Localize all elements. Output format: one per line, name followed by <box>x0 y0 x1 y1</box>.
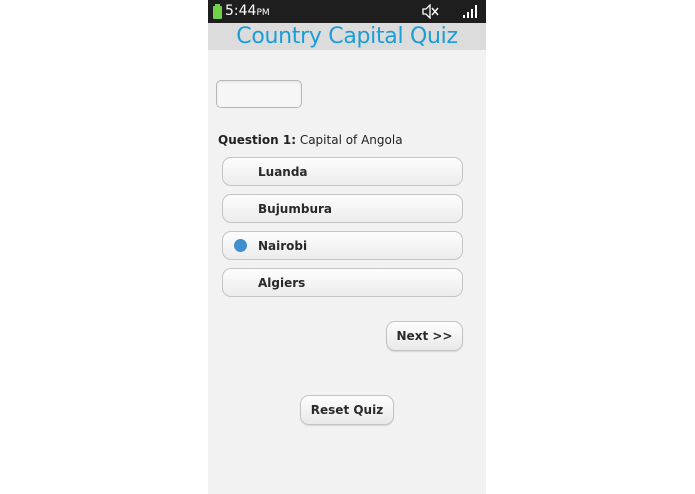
signal-icon <box>463 5 477 18</box>
answer-text-field[interactable] <box>216 80 302 108</box>
radio-selected-icon <box>234 239 247 252</box>
reset-quiz-button[interactable]: Reset Quiz <box>300 395 394 425</box>
mute-icon <box>422 4 439 19</box>
option-luanda[interactable]: Luanda <box>222 157 463 186</box>
option-label: Nairobi <box>258 239 308 253</box>
status-clock: 5:44PM <box>225 3 270 22</box>
status-bar: 5:44PM <box>208 0 486 23</box>
option-nairobi[interactable]: Nairobi <box>222 231 463 260</box>
option-label: Luanda <box>258 165 308 179</box>
question-number: Question 1: <box>218 133 296 147</box>
title-bar: Country Capital Quiz <box>208 23 486 50</box>
option-bujumbura[interactable]: Bujumbura <box>222 194 463 223</box>
radio-indicator-icon <box>234 202 247 215</box>
radio-indicator-icon <box>234 276 247 289</box>
clock-ampm: PM <box>256 8 270 18</box>
clock-time: 5:44 <box>225 3 257 19</box>
option-label: Bujumbura <box>258 202 332 216</box>
battery-icon <box>213 4 222 19</box>
question-prompt: Capital of Angola <box>299 133 403 147</box>
app-title: Country Capital Quiz <box>236 24 458 49</box>
phone-screen: 5:44PM Country Capital Quiz Question 1: … <box>208 0 486 494</box>
next-button[interactable]: Next >> <box>386 321 463 351</box>
option-algiers[interactable]: Algiers <box>222 268 463 297</box>
option-label: Algiers <box>258 276 306 290</box>
radio-indicator-icon <box>234 165 247 178</box>
question-text: Question 1: Capital of Angola <box>218 133 403 148</box>
